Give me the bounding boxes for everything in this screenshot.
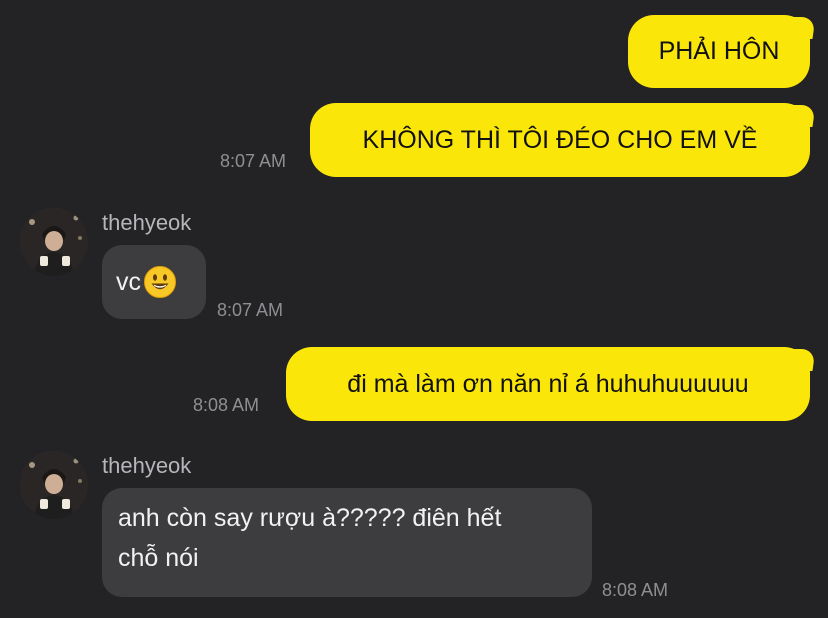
outgoing-message-bubble[interactable]: PHẢI HÔN: [628, 15, 810, 88]
message-timestamp: 8:07 AM: [217, 300, 284, 320]
message-text: đi mà làm ơn năn nỉ á huhuhuuuuuu: [347, 369, 749, 398]
avatar[interactable]: [20, 451, 88, 519]
person-photo-icon: [20, 451, 88, 519]
incoming-message-bubble[interactable]: vc: [102, 245, 206, 319]
incoming-message-bubble[interactable]: anh còn say rượu à????? điên hết chỗ nói: [102, 488, 592, 597]
message-text-line: anh còn say rượu à????? điên hết: [118, 504, 502, 532]
message-text: KHÔNG THÌ TÔI ĐÉO CHO EM VỀ: [362, 125, 758, 154]
message-text-line: chỗ nói: [118, 544, 199, 572]
sender-name: thehyeok: [102, 210, 192, 235]
avatar[interactable]: [20, 208, 88, 276]
message-text: PHẢI HÔN: [658, 37, 780, 65]
message-timestamp: 8:07 AM: [220, 151, 287, 171]
smiling-face-emoji: [144, 266, 176, 298]
person-photo-icon: [20, 208, 88, 276]
outgoing-message-bubble[interactable]: KHÔNG THÌ TÔI ĐÉO CHO EM VỀ: [310, 103, 810, 177]
message-text: vc: [116, 267, 141, 296]
sender-name: thehyeok: [102, 453, 192, 478]
message-timestamp: 8:08 AM: [193, 395, 260, 415]
outgoing-message-bubble[interactable]: đi mà làm ơn năn nỉ á huhuhuuuuuu: [286, 347, 810, 421]
message-timestamp: 8:08 AM: [602, 580, 669, 600]
